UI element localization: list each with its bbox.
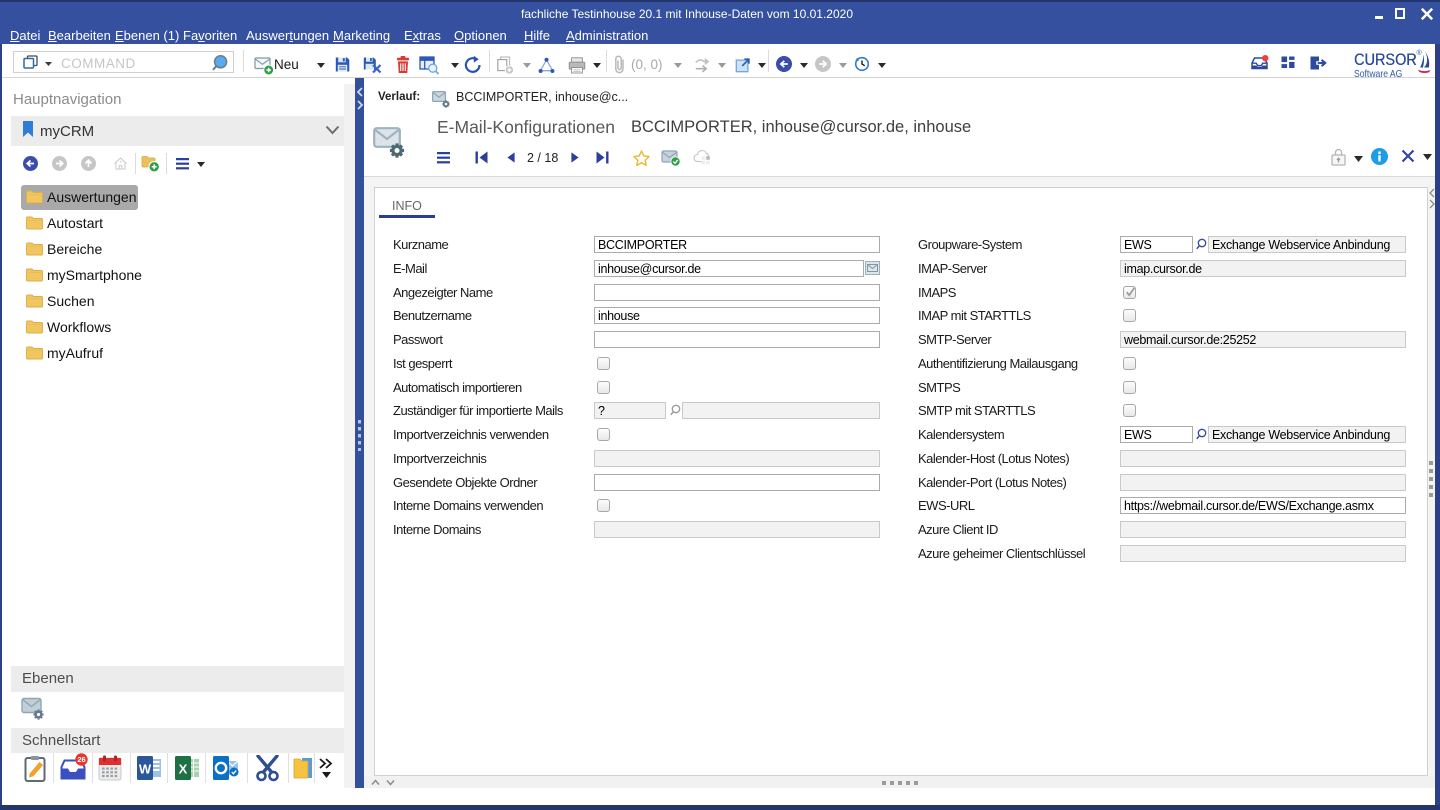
svg-text:X: X	[179, 762, 188, 777]
svg-text:W: W	[139, 762, 152, 777]
svg-text:26: 26	[77, 755, 85, 764]
